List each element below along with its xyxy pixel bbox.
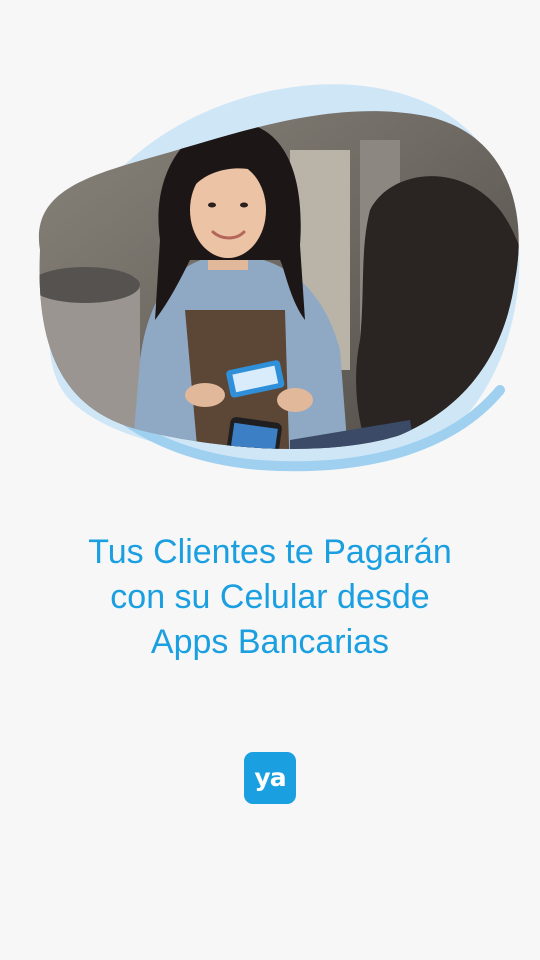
headline-line-1: Tus Clientes te Pagarán: [88, 533, 452, 571]
headline: Tus Clientes te Pagarán con su Celular d…: [0, 530, 540, 665]
payment-photo: [38, 84, 520, 472]
ya-logo: ya: [244, 752, 296, 804]
headline-line-3: Apps Bancarias: [150, 623, 390, 661]
headline-line-2: con su Celular desde: [110, 578, 430, 616]
hero-illustration: [0, 60, 540, 480]
logo-text: ya: [254, 762, 286, 792]
